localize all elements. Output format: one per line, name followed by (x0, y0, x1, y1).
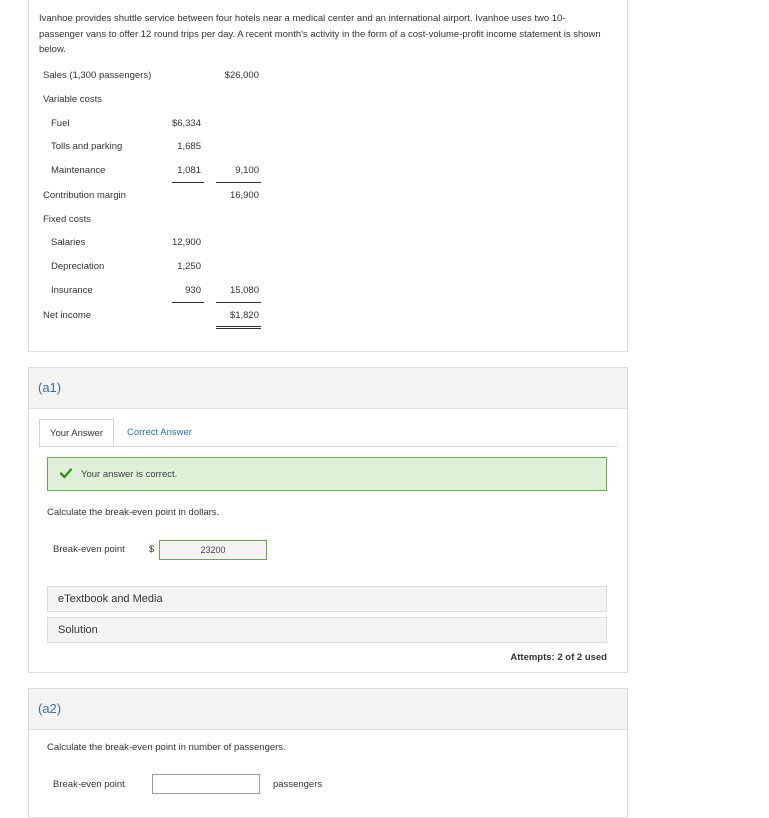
check-icon (59, 468, 73, 479)
currency-symbol: $ (149, 544, 155, 555)
depreciation-value: 1,250 (177, 261, 201, 272)
sales-label: Sales (1,300 passengers) (43, 70, 152, 81)
problem-intro: Ivanhoe provides shuttle service between… (39, 13, 601, 55)
tab-your-answer[interactable]: Your Answer (39, 419, 114, 447)
variable-costs-label: Variable costs (43, 94, 102, 105)
insurance-value: 930 (185, 285, 201, 296)
attempts-counter: Attempts: 2 of 2 used (510, 652, 607, 663)
subtotal-rule (172, 302, 204, 303)
part-a2-title: (a2) (38, 701, 62, 716)
part-a1-header: (a1) (29, 368, 627, 409)
double-rule-top (216, 326, 261, 327)
double-rule-bottom (216, 328, 261, 329)
problem-card: Ivanhoe provides shuttle service between… (28, 0, 628, 352)
sales-value: $26,000 (224, 70, 259, 81)
success-banner: Your answer is correct. (47, 457, 607, 491)
subtotal-rule (172, 182, 204, 183)
fuel-label: Fuel (51, 118, 70, 129)
tolls-label: Tolls and parking (51, 141, 123, 152)
solution-button[interactable]: Solution (47, 617, 607, 643)
maintenance-value: 1,081 (177, 165, 201, 176)
a1-answer-input[interactable]: 23200 (159, 540, 267, 560)
contribution-value: 16,900 (229, 190, 259, 201)
salaries-value: 12,900 (171, 237, 201, 248)
a2-field-label: Break-even point (53, 779, 125, 790)
depreciation-label: Depreciation (51, 261, 105, 272)
success-message: Your answer is correct. (81, 469, 178, 480)
tolls-value: 1,685 (177, 141, 201, 152)
fuel-value: $6,334 (171, 118, 201, 129)
contribution-label: Contribution margin (43, 190, 126, 201)
passengers-unit: passengers (273, 779, 323, 790)
a2-answer-input[interactable] (152, 774, 260, 794)
total-rule (216, 182, 261, 183)
part-a2-card: (a2) Calculate the break-even point in n… (28, 688, 628, 818)
a2-question: Calculate the break-even point in number… (47, 742, 286, 753)
part-a1-title: (a1) (38, 380, 62, 395)
part-a2-header: (a2) (29, 689, 627, 730)
etextbook-button[interactable]: eTextbook and Media (47, 586, 607, 612)
fixed-costs-label: Fixed costs (43, 214, 92, 225)
net-income-label: Net income (43, 310, 92, 321)
part-a1-card: (a1) Your Answer Correct Answer Your ans… (28, 367, 628, 673)
variable-total: 9,100 (235, 165, 259, 176)
tab-divider (39, 446, 617, 447)
a1-field-label: Break-even point (53, 544, 125, 555)
tab-correct-answer[interactable]: Correct Answer (127, 419, 192, 447)
maintenance-label: Maintenance (51, 165, 106, 176)
net-income-value: $1,820 (229, 310, 259, 321)
a1-question: Calculate the break-even point in dollar… (47, 507, 220, 518)
fixed-total: 15,080 (229, 285, 259, 296)
salaries-label: Salaries (51, 237, 86, 248)
total-rule (216, 302, 261, 303)
insurance-label: Insurance (51, 285, 93, 296)
